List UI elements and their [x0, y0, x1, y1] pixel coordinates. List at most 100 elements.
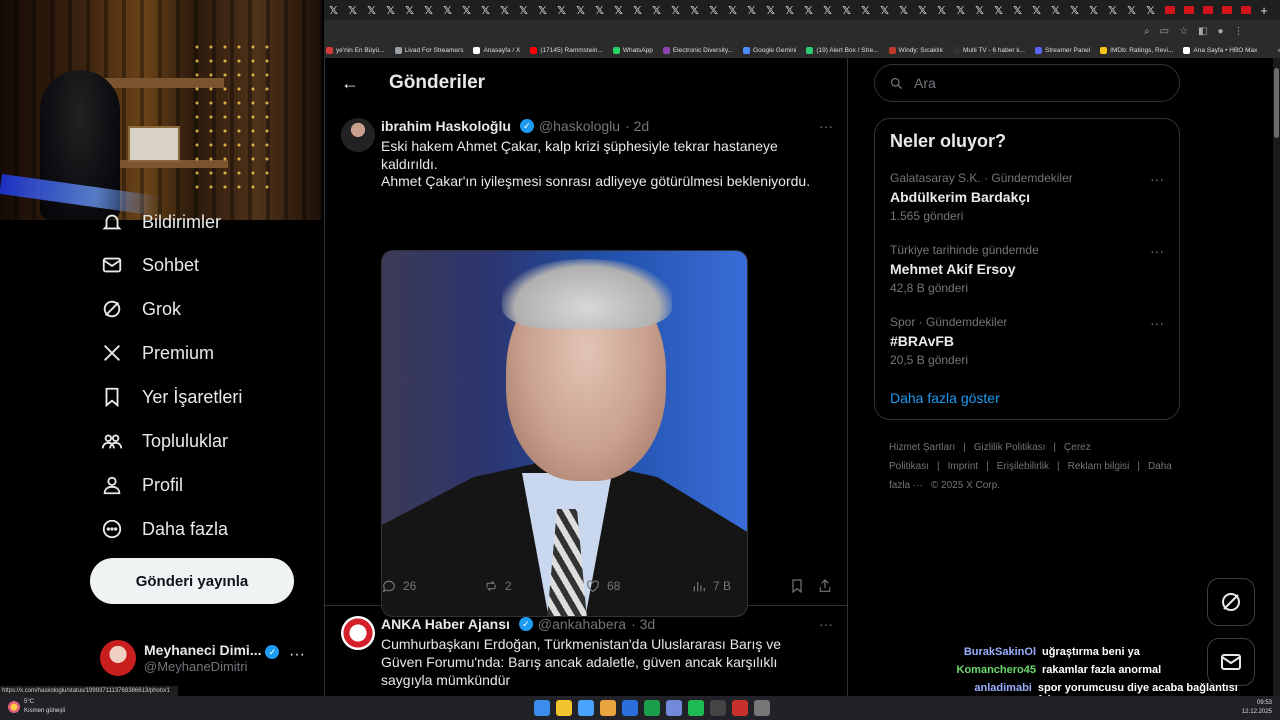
nav-item-more[interactable]: Daha fazla: [100, 517, 228, 541]
grok-fab[interactable]: [1207, 578, 1255, 626]
bookmark-item[interactable]: Ana Sayfa • HBO Max: [1183, 46, 1257, 54]
nav-item-grok[interactable]: Grok: [100, 297, 181, 321]
browser-tab[interactable]: 𝕏: [571, 0, 590, 20]
browser-tab[interactable]: [1217, 0, 1236, 20]
more-icon[interactable]: ···: [1150, 315, 1164, 331]
bookmark-item[interactable]: Multi TV - 6 haber k...: [952, 46, 1025, 54]
browser-tab[interactable]: 𝕏: [875, 0, 894, 20]
browser-tab[interactable]: 𝕏: [1046, 0, 1065, 20]
bookmark-item[interactable]: Electronic Diversity...: [662, 46, 733, 54]
back-arrow-icon[interactable]: ←: [341, 73, 361, 94]
nav-item-notifications[interactable]: Bildirimler: [100, 210, 221, 234]
browser-tab[interactable]: 𝕏: [742, 0, 761, 20]
browser-tab[interactable]: 𝕏: [1084, 0, 1103, 20]
footer-link[interactable]: Erişilebilirlik: [997, 461, 1049, 472]
browser-tab[interactable]: 𝕏: [780, 0, 799, 20]
browser-tab[interactable]: [1160, 0, 1179, 20]
bookmark-item[interactable]: Streamer Panel: [1034, 46, 1090, 54]
browser-tab[interactable]: 𝕏: [609, 0, 628, 20]
taskbar-app-icon[interactable]: [644, 700, 660, 716]
scrollbar[interactable]: [1273, 58, 1280, 696]
browser-tab[interactable]: 𝕏: [1141, 0, 1160, 20]
nav-item-chat[interactable]: Sohbet: [100, 253, 199, 277]
address-bar[interactable]: [324, 20, 1136, 42]
browser-tab[interactable]: 𝕏: [400, 0, 419, 20]
cast-icon[interactable]: ▭: [1160, 26, 1169, 37]
tweet[interactable]: ANKA Haber Ajansı ✓ @ankahabera · 3d ···…: [325, 606, 847, 696]
extensions-icon[interactable]: ◧: [1198, 26, 1207, 37]
browser-tab[interactable]: 𝕏: [419, 0, 438, 20]
browser-tab[interactable]: 𝕏: [666, 0, 685, 20]
footer-link[interactable]: Reklam bilgisi: [1068, 461, 1130, 472]
browser-tab[interactable]: 𝕏: [514, 0, 533, 20]
bookmark-item[interactable]: IMDb: Ratings, Revi...: [1100, 46, 1173, 54]
scrollbar-thumb[interactable]: [1274, 68, 1279, 138]
share-button[interactable]: [817, 578, 833, 594]
taskbar-app-icon[interactable]: [556, 700, 572, 716]
tweet[interactable]: ibrahim Haskoloğlu ✓ @haskologlu · 2d ··…: [325, 108, 847, 617]
browser-tab[interactable]: 𝕏: [704, 0, 723, 20]
bookmark-item[interactable]: Livad For Streamers: [394, 46, 463, 54]
taskbar-app-icon[interactable]: [666, 700, 682, 716]
search-icon[interactable]: ⌕: [1144, 26, 1150, 37]
browser-tab[interactable]: 𝕏: [438, 0, 457, 20]
browser-tab[interactable]: 𝕏: [381, 0, 400, 20]
post-button[interactable]: Gönderi yayınla: [90, 558, 294, 604]
taskbar-app-icon[interactable]: [622, 700, 638, 716]
browser-tab[interactable]: 𝕏: [533, 0, 552, 20]
tweet-handle[interactable]: @ankahabera: [538, 616, 626, 632]
browser-tab[interactable]: 𝕏: [1103, 0, 1122, 20]
browser-tab[interactable]: 𝕏: [1122, 0, 1141, 20]
browser-tab[interactable]: 𝕏: [799, 0, 818, 20]
tweet-photo[interactable]: [381, 250, 748, 617]
views-button[interactable]: 7 B: [691, 578, 789, 594]
nav-item-premium[interactable]: Premium: [100, 341, 214, 365]
browser-tab[interactable]: 𝕏: [856, 0, 875, 20]
tweet-time[interactable]: · 3d: [631, 616, 655, 632]
weather-widget[interactable]: 5°C Kısmen güneşli: [8, 698, 65, 716]
browser-tab[interactable]: 𝕏: [552, 0, 571, 20]
nav-item-communities[interactable]: Topluluklar: [100, 429, 228, 453]
browser-tab[interactable]: 𝕏: [1008, 0, 1027, 20]
browser-tab[interactable]: [1198, 0, 1217, 20]
browser-tab[interactable]: 𝕏: [647, 0, 666, 20]
avatar[interactable]: [341, 118, 375, 152]
search-input[interactable]: [914, 75, 1154, 91]
browser-tab[interactable]: 𝕏: [476, 0, 495, 20]
bookmark-item[interactable]: ye'nin En Büyü...: [326, 46, 385, 54]
menu-icon[interactable]: ⋮: [1234, 26, 1244, 37]
more-icon[interactable]: ···: [1150, 243, 1164, 259]
taskbar-app-icon[interactable]: [732, 700, 748, 716]
bookmark-button[interactable]: [789, 578, 817, 594]
taskbar-app-icon[interactable]: [578, 700, 594, 716]
nav-item-bookmarks[interactable]: Yer İşaretleri: [100, 385, 242, 409]
footer-link[interactable]: Imprint: [948, 461, 979, 472]
browser-tab[interactable]: 𝕏: [1027, 0, 1046, 20]
browser-tab[interactable]: 𝕏: [362, 0, 381, 20]
browser-tab[interactable]: 𝕏: [723, 0, 742, 20]
more-icon[interactable]: ···: [1150, 171, 1164, 187]
tweet-author-name[interactable]: ibrahim Haskoloğlu: [381, 118, 511, 134]
browser-tab[interactable]: 𝕏: [989, 0, 1008, 20]
tweet-time[interactable]: · 2d: [625, 118, 649, 134]
browser-tab[interactable]: [1236, 0, 1255, 20]
nav-item-profile[interactable]: Profil: [100, 473, 183, 497]
star-icon[interactable]: ☆: [1179, 26, 1188, 37]
browser-tab[interactable]: 𝕏: [590, 0, 609, 20]
browser-tab[interactable]: 𝕏: [932, 0, 951, 20]
bookmark-item[interactable]: »: [1267, 47, 1280, 54]
taskbar-app-icon[interactable]: [600, 700, 616, 716]
more-icon[interactable]: ···: [819, 118, 833, 134]
show-more-link[interactable]: Daha fazla göster: [890, 390, 1000, 406]
reply-button[interactable]: 26: [381, 578, 483, 594]
clock[interactable]: 09:53 12.12.2025: [1242, 699, 1272, 717]
like-button[interactable]: 68: [585, 578, 691, 594]
browser-tab[interactable]: 𝕏: [894, 0, 913, 20]
browser-tab[interactable]: 𝕏: [951, 0, 970, 20]
more-icon[interactable]: ···: [819, 616, 833, 632]
new-tab-button[interactable]: +: [1255, 3, 1273, 18]
taskbar-app-icon[interactable]: [754, 700, 770, 716]
browser-tab[interactable]: 𝕏: [685, 0, 704, 20]
repost-button[interactable]: 2: [483, 578, 585, 594]
footer-link[interactable]: © 2025 X Corp.: [931, 480, 1000, 491]
